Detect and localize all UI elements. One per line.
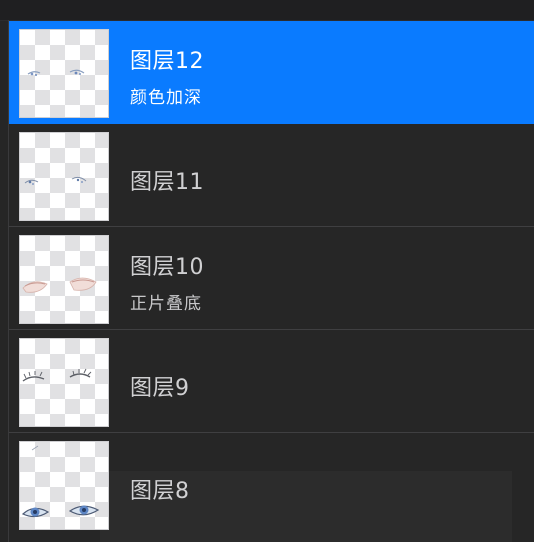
layer-row-10[interactable]: 图层10 正片叠底 (9, 227, 534, 330)
eyes-thumbnail-icon (22, 277, 97, 293)
eyes-thumbnail-icon (27, 69, 85, 76)
layer-row-12[interactable]: 图层12 颜色加深 (9, 21, 534, 124)
layer-thumbnail-12[interactable] (19, 29, 109, 118)
layer-thumbnail-9[interactable] (19, 338, 109, 427)
panel-top-strip (0, 0, 534, 21)
layer-thumbnail-8[interactable] (19, 441, 109, 530)
eyes-thumbnail-icon (21, 445, 100, 518)
layers-panel: 图层12 颜色加深 图层11 图层10 正片叠底 图层9 图层8 (0, 0, 534, 542)
layer-blend-mode: 正片叠底 (130, 294, 202, 314)
layer-row-8[interactable]: 图层8 (9, 433, 534, 536)
layer-name: 图层10 (130, 255, 204, 280)
layer-thumbnail-10[interactable] (19, 235, 109, 324)
layer-row-11[interactable]: 图层11 (9, 124, 534, 227)
layer-row-9[interactable]: 图层9 (9, 330, 534, 433)
layer-name: 图层11 (130, 170, 204, 195)
eyes-thumbnail-icon (24, 176, 87, 185)
layer-name: 图层12 (130, 49, 204, 74)
layer-thumbnail-11[interactable] (19, 132, 109, 221)
eyes-thumbnail-icon (22, 368, 92, 382)
layer-name: 图层8 (130, 479, 190, 504)
layer-blend-mode: 颜色加深 (130, 88, 202, 108)
layer-name: 图层9 (130, 376, 190, 401)
